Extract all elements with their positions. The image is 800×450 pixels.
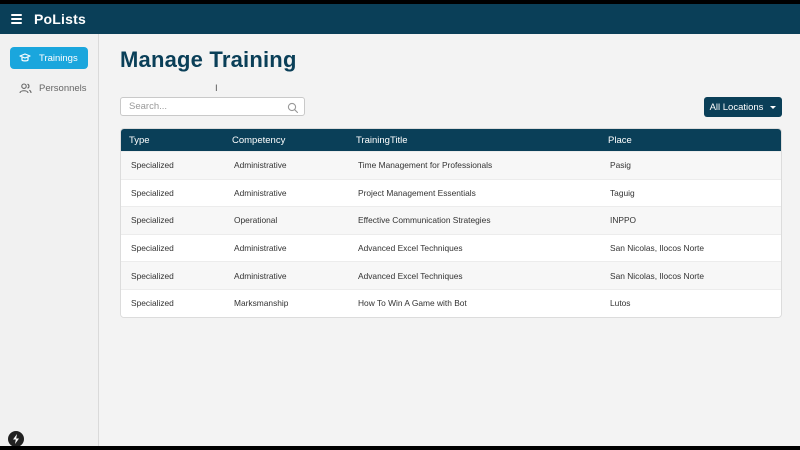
table-row[interactable]: Specialized Administrative Advanced Exce…	[121, 261, 781, 289]
cell-type: Specialized	[131, 187, 174, 198]
sidebar-item-label: Trainings	[39, 52, 78, 64]
cell-place: Pasig	[610, 160, 631, 171]
training-table: Type Competency TrainingTitle Place Spec…	[120, 128, 782, 318]
cell-type: Specialized	[131, 298, 174, 309]
sidebar-item-label: Personnels	[39, 82, 87, 94]
column-header-training-title[interactable]: TrainingTitle	[355, 135, 607, 146]
page-title: Manage Training	[120, 47, 297, 72]
cell-type: Specialized	[131, 160, 174, 171]
lightning-bolt-icon[interactable]	[8, 431, 24, 446]
search-icon[interactable]	[287, 101, 299, 114]
cell-competency: Operational	[234, 215, 278, 226]
app-window: PoLists Trainings Personnels Manage Trai…	[0, 4, 800, 446]
table-header: Type Competency TrainingTitle Place	[121, 129, 781, 151]
cell-type: Specialized	[131, 243, 174, 254]
table-body: Specialized Administrative Time Manageme…	[121, 151, 781, 317]
column-header-type[interactable]: Type	[121, 135, 231, 146]
cell-type: Specialized	[131, 215, 174, 226]
cell-training-title: Advanced Excel Techniques	[358, 243, 463, 254]
cell-place: Taguig	[610, 187, 635, 198]
sidebar: Trainings Personnels	[0, 34, 99, 446]
cell-type: Specialized	[131, 270, 174, 281]
cell-competency: Administrative	[234, 270, 287, 281]
cell-training-title: Project Management Essentials	[358, 187, 476, 198]
cell-training-title: Time Management for Professionals	[358, 160, 493, 171]
text-cursor-icon: I	[215, 84, 218, 94]
cell-competency: Administrative	[234, 160, 287, 171]
cell-place: San Nicolas, Ilocos Norte	[610, 243, 705, 254]
cell-competency: Administrative	[234, 243, 287, 254]
cell-training-title: Advanced Excel Techniques	[358, 270, 463, 281]
cell-competency: Marksmanship	[234, 298, 289, 309]
cell-place: San Nicolas, Ilocos Norte	[610, 270, 705, 281]
hamburger-menu-icon[interactable]	[11, 4, 27, 34]
top-app-bar: PoLists	[0, 4, 800, 34]
trainings-icon	[18, 51, 32, 65]
table-row[interactable]: Specialized Administrative Advanced Exce…	[121, 233, 781, 262]
table-row[interactable]: Specialized Administrative Time Manageme…	[121, 151, 781, 179]
table-row[interactable]: Specialized Administrative Project Manag…	[121, 178, 781, 207]
location-filter-label: All Locations	[709, 101, 764, 113]
cell-place: Lutos	[610, 298, 631, 309]
sidebar-item-personnels[interactable]: Personnels	[10, 77, 88, 99]
users-icon	[18, 81, 32, 95]
app-title: PoLists	[34, 11, 86, 27]
search-box	[120, 97, 305, 116]
cell-place: INPPO	[610, 215, 637, 226]
column-header-place[interactable]: Place	[607, 135, 781, 146]
caret-down-icon	[770, 105, 777, 109]
cell-competency: Administrative	[234, 187, 287, 198]
table-row[interactable]: Specialized Operational Effective Commun…	[121, 206, 781, 234]
search-input[interactable]	[121, 98, 281, 115]
table-row[interactable]: Specialized Marksmanship How To Win A Ga…	[121, 288, 781, 317]
cell-training-title: How To Win A Game with Bot	[358, 298, 467, 309]
column-header-competency[interactable]: Competency	[231, 135, 355, 146]
location-filter-dropdown[interactable]: All Locations	[704, 97, 782, 117]
cell-training-title: Effective Communication Strategies	[358, 215, 491, 226]
sidebar-item-trainings[interactable]: Trainings	[10, 47, 88, 69]
main-content: Manage Training I All Locations Type Com…	[100, 34, 800, 446]
